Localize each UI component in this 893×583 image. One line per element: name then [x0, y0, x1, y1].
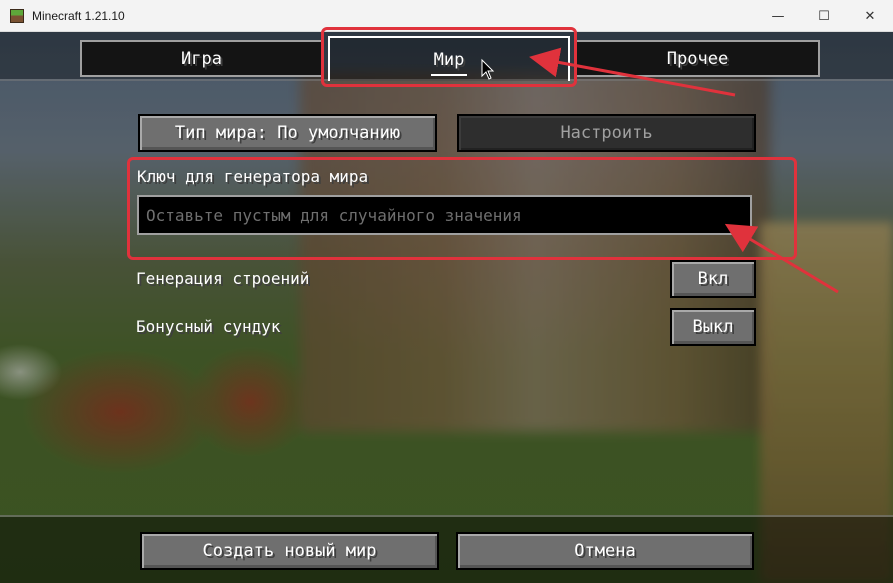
tab-game[interactable]: Игра [80, 40, 323, 77]
customize-button[interactable]: Настроить [457, 114, 756, 152]
footer-bar [0, 515, 893, 583]
structures-label: Генерация строений [136, 269, 310, 288]
structures-toggle[interactable]: Вкл [670, 260, 756, 298]
highlight-box-seed [127, 157, 797, 260]
game-viewport: Игра Мир Прочее Тип мира: По умолчанию Н… [0, 32, 893, 583]
cancel-button[interactable]: Отмена [456, 532, 754, 570]
window-controls: — ☐ ✕ [755, 0, 893, 32]
world-type-button[interactable]: Тип мира: По умолчанию [138, 114, 437, 152]
close-icon[interactable]: ✕ [847, 0, 893, 32]
tab-more[interactable]: Прочее [575, 40, 820, 77]
highlight-box-world-tab [321, 27, 577, 87]
minimize-icon[interactable]: — [755, 0, 801, 32]
maximize-icon[interactable]: ☐ [801, 0, 847, 32]
bonus-chest-toggle[interactable]: Выкл [670, 308, 756, 346]
background-dim [0, 32, 893, 583]
bonus-chest-label: Бонусный сундук [136, 317, 281, 336]
minecraft-grass-block-icon [10, 8, 24, 23]
window-title: Minecraft 1.21.10 [32, 8, 125, 23]
create-world-button[interactable]: Создать новый мир [140, 532, 439, 570]
